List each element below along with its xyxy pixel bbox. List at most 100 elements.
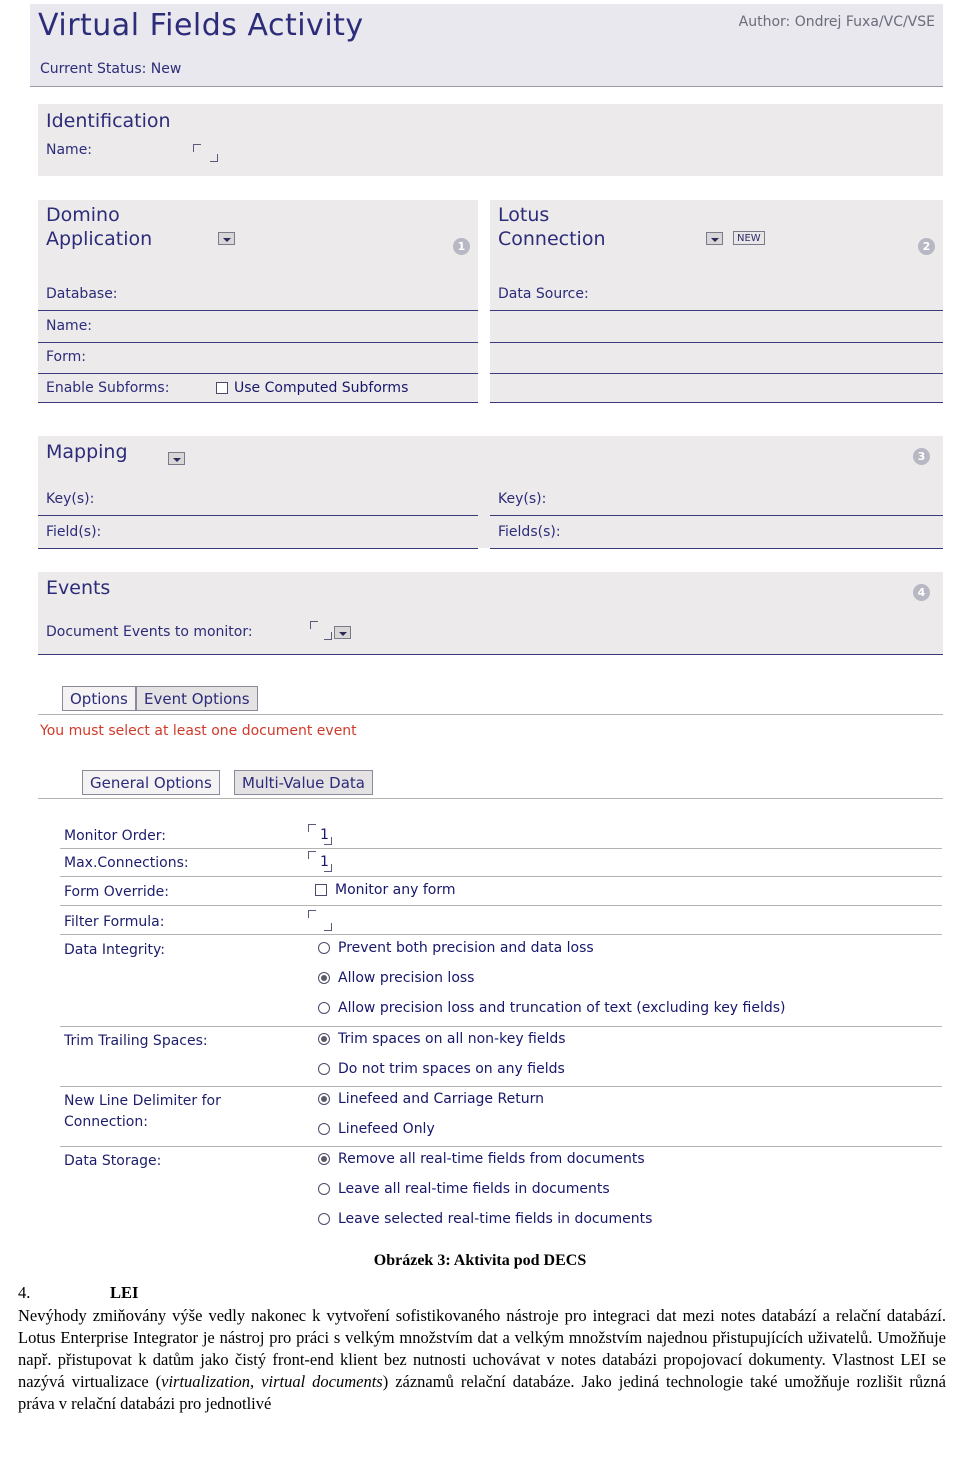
events-badge: 4 xyxy=(913,584,930,601)
row-rule-2 xyxy=(60,876,942,877)
filter-formula-label: Filter Formula: xyxy=(64,914,165,930)
tab-options[interactable]: Options xyxy=(62,686,136,711)
domino-application-dropdown-icon[interactable] xyxy=(218,232,235,245)
domino-panel-bottom-rule xyxy=(38,402,478,403)
domino-form-input[interactable] xyxy=(38,373,478,374)
data-integrity-radio-1[interactable] xyxy=(318,972,330,984)
lotus-field-2[interactable] xyxy=(490,342,943,343)
document-events-dropdown-icon[interactable] xyxy=(334,626,351,639)
new-line-radio-0[interactable] xyxy=(318,1093,330,1105)
monitor-order-label: Monitor Order: xyxy=(64,828,166,844)
use-computed-subforms-label: Use Computed Subforms xyxy=(234,380,409,396)
tab-multi-value-data[interactable]: Multi-Value Data xyxy=(234,770,373,795)
mapping-left-fields-label: Field(s): xyxy=(46,524,102,540)
section-number: 4. xyxy=(18,1283,31,1302)
use-computed-subforms-checkbox[interactable] xyxy=(216,382,228,394)
data-integrity-option-0: Prevent both precision and data loss xyxy=(338,940,594,956)
domino-title-line2: Application xyxy=(46,228,153,250)
validation-warning: You must select at least one document ev… xyxy=(40,723,357,739)
domino-form-label: Form: xyxy=(46,349,86,365)
row-rule-1 xyxy=(60,848,942,849)
events-title: Events xyxy=(46,577,111,599)
new-line-label-line1: New Line Delimiter for xyxy=(64,1093,221,1109)
mapping-right-keys-input[interactable] xyxy=(490,515,943,516)
data-storage-radio-1[interactable] xyxy=(318,1183,330,1195)
row-rule-4 xyxy=(60,934,942,935)
row-rule-3 xyxy=(60,905,942,906)
lotus-data-source-input[interactable] xyxy=(490,310,943,311)
paragraph-italic: virtualization, virtual documents xyxy=(161,1372,383,1391)
new-line-option-0: Linefeed and Carriage Return xyxy=(338,1091,544,1107)
domino-database-input[interactable] xyxy=(38,310,478,311)
domino-title-line1: Domino xyxy=(46,204,120,226)
data-storage-radio-0[interactable] xyxy=(318,1153,330,1165)
lotus-title-line1: Lotus xyxy=(498,204,550,226)
application-screenshot: Virtual Fields Activity Author: Ondrej F… xyxy=(30,4,943,1254)
lotus-panel-bottom-rule xyxy=(490,402,943,403)
events-panel-bottom-rule xyxy=(38,654,943,655)
window-header: Virtual Fields Activity Author: Ondrej F… xyxy=(30,4,943,87)
max-connections-value[interactable]: 1 xyxy=(320,854,329,870)
trim-radio-1[interactable] xyxy=(318,1063,330,1075)
domino-application-panel: Domino Application 1 Database: Name: For… xyxy=(38,200,478,403)
tabs-sub-rule xyxy=(38,798,943,799)
lotus-field-3[interactable] xyxy=(490,373,943,374)
data-storage-label: Data Storage: xyxy=(64,1153,162,1169)
trim-option-1: Do not trim spaces on any fields xyxy=(338,1061,565,1077)
document-events-mark-left xyxy=(310,621,318,629)
domino-name-input[interactable] xyxy=(38,342,478,343)
new-line-radio-1[interactable] xyxy=(318,1123,330,1135)
domino-badge: 1 xyxy=(453,238,470,255)
monitor-order-value[interactable]: 1 xyxy=(320,827,329,843)
filter-formula-input[interactable] xyxy=(308,910,388,928)
data-storage-option-2: Leave selected real-time fields in docum… xyxy=(338,1211,653,1227)
domino-name-label: Name: xyxy=(46,318,93,334)
domino-database-label: Database: xyxy=(46,286,118,302)
lotus-data-source-label: Data Source: xyxy=(498,286,589,302)
row-rule-6 xyxy=(60,1086,942,1087)
mapping-dropdown-icon[interactable] xyxy=(168,452,185,465)
enable-subforms-label: Enable Subforms: xyxy=(46,380,170,396)
lotus-badge: 2 xyxy=(918,238,935,255)
trim-option-0: Trim spaces on all non-key fields xyxy=(338,1031,566,1047)
mapping-left-keys-input[interactable] xyxy=(38,515,478,516)
data-integrity-option-2: Allow precision loss and truncation of t… xyxy=(338,1000,786,1016)
monitor-any-form-checkbox[interactable] xyxy=(315,884,327,896)
events-panel: Events 4 Document Events to monitor: xyxy=(38,572,943,655)
current-status-label: Current Status: New xyxy=(40,61,182,77)
data-integrity-radio-0[interactable] xyxy=(318,942,330,954)
max-connections-label: Max.Connections: xyxy=(64,855,189,871)
document-events-mark-right xyxy=(324,632,332,640)
trim-trailing-label: Trim Trailing Spaces: xyxy=(64,1033,208,1049)
form-override-label: Form Override: xyxy=(64,884,170,900)
identification-title: Identification xyxy=(46,110,171,132)
data-integrity-label: Data Integrity: xyxy=(64,942,165,958)
trim-radio-0[interactable] xyxy=(318,1033,330,1045)
max-connections-mark-left xyxy=(308,851,316,859)
monitor-any-form-label: Monitor any form xyxy=(335,882,456,898)
mapping-left-fields-input[interactable] xyxy=(38,548,478,549)
tabs-top-rule xyxy=(38,714,943,715)
mapping-left-keys-label: Key(s): xyxy=(46,491,95,507)
mapping-right-fields-input[interactable] xyxy=(490,548,943,549)
identification-name-label: Name: xyxy=(46,142,93,158)
data-integrity-radio-2[interactable] xyxy=(318,1002,330,1014)
lotus-title-line2: Connection xyxy=(498,228,606,250)
data-storage-option-1: Leave all real-time fields in documents xyxy=(338,1181,610,1197)
mapping-title: Mapping xyxy=(46,441,128,463)
tab-general-options[interactable]: General Options xyxy=(82,770,220,795)
section-title: LEI xyxy=(110,1283,139,1302)
document-events-label: Document Events to monitor: xyxy=(46,624,253,640)
page-title: Virtual Fields Activity xyxy=(38,8,364,43)
data-storage-radio-2[interactable] xyxy=(318,1213,330,1225)
section-heading: 4. LEI xyxy=(18,1282,946,1304)
lotus-connection-dropdown-icon[interactable] xyxy=(706,232,723,245)
row-rule-7 xyxy=(60,1146,942,1147)
figure-caption: Obrázek 3: Aktivita pod DECS xyxy=(373,1252,587,1269)
identification-name-input[interactable] xyxy=(193,142,233,162)
lotus-connection-panel: Lotus Connection NEW 2 Data Source: xyxy=(490,200,943,403)
body-paragraph: 4. LEI Nevýhody zmiňovány výše vedly nako… xyxy=(18,1282,946,1415)
author-label: Author: Ondrej Fuxa/VC/VSE xyxy=(738,14,935,30)
tab-event-options[interactable]: Event Options xyxy=(136,686,258,711)
lotus-new-button[interactable]: NEW xyxy=(733,231,765,245)
